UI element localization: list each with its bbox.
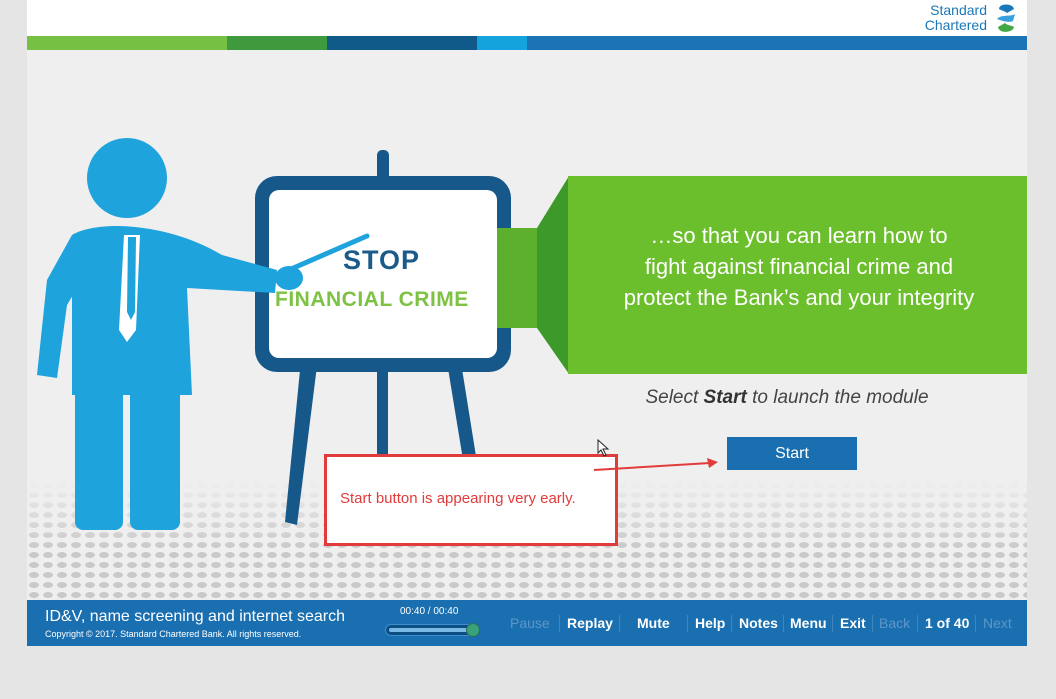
color-segment	[327, 36, 477, 50]
banner-text: …so that you can learn how to fight agai…	[575, 220, 1023, 313]
color-segment	[527, 36, 1027, 50]
menu-button[interactable]: Menu	[790, 615, 827, 631]
divider	[687, 615, 688, 632]
back-button[interactable]: Back	[879, 615, 910, 631]
divider	[619, 615, 620, 632]
standard-chartered-logo-icon	[997, 4, 1015, 32]
help-button[interactable]: Help	[695, 615, 725, 631]
divider	[559, 615, 560, 632]
slide-stage: STOP FINANCIAL CRIME …so that you can le…	[27, 50, 1027, 600]
instruction-prefix: Select	[645, 387, 704, 408]
pause-button[interactable]: Pause	[510, 615, 550, 631]
annotation-text: Start button is appearing very early.	[340, 490, 576, 507]
progress-knob[interactable]	[466, 623, 480, 637]
copyright-text: Copyright © 2017. Standard Chartered Ban…	[45, 629, 302, 639]
start-button[interactable]: Start	[727, 437, 857, 470]
divider	[731, 615, 732, 632]
instruction-bold: Start	[703, 387, 747, 408]
annotation-callout: Start button is appearing very early.	[324, 454, 618, 546]
brand-line-2: Chartered	[924, 17, 987, 33]
mouse-cursor-icon	[597, 439, 610, 457]
progress-slider[interactable]	[385, 623, 480, 637]
next-button[interactable]: Next	[983, 615, 1012, 631]
banner-line: fight against financial crime and	[644, 254, 954, 279]
brand-name: Standard Chartered	[925, 3, 987, 33]
progress-fill	[389, 628, 475, 632]
annotation-arrow-icon	[593, 458, 718, 471]
header: Standard Chartered	[27, 0, 1027, 36]
divider	[872, 615, 873, 632]
divider	[783, 615, 784, 632]
instruction-text: Select Start to launch the module	[587, 387, 987, 409]
player-footer: ID&V, name screening and internet search…	[27, 600, 1027, 646]
divider	[975, 615, 976, 632]
course-player: Standard Chartered STOP FINANCIAL CRIME …	[27, 0, 1027, 646]
instruction-suffix: to launch the module	[746, 387, 929, 408]
brand-color-bar	[27, 36, 1027, 50]
exit-button[interactable]: Exit	[840, 615, 866, 631]
color-segment	[227, 36, 327, 50]
banner-line: protect the Bank’s and your integrity	[623, 285, 975, 310]
course-title: ID&V, name screening and internet search	[45, 608, 346, 625]
board-subtitle: FINANCIAL CRIME	[275, 288, 469, 311]
page-counter: 1 of 40	[925, 615, 970, 631]
divider	[832, 615, 833, 632]
color-segment	[27, 36, 227, 50]
replay-button[interactable]: Replay	[567, 615, 613, 631]
timer: 00:40 / 00:40	[400, 606, 459, 617]
board-title: STOP	[343, 245, 421, 275]
color-segment	[477, 36, 527, 50]
notes-button[interactable]: Notes	[739, 615, 778, 631]
mute-button[interactable]: Mute	[637, 615, 670, 631]
banner-line: …so that you can learn how to	[650, 223, 948, 248]
divider	[917, 615, 918, 632]
brand-line-1: Standard	[930, 2, 987, 18]
